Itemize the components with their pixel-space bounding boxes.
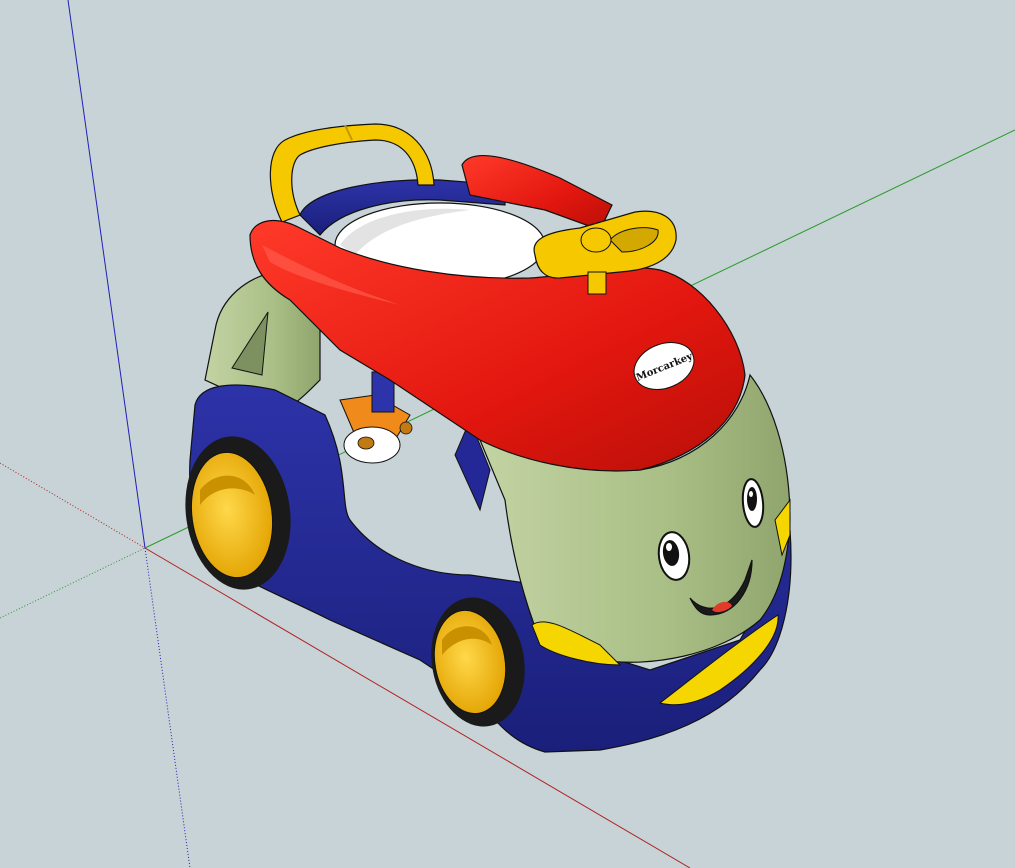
right-eye-glint [749, 491, 753, 497]
model-viewport[interactable]: Morcarkey [0, 0, 1015, 868]
caster-hub [357, 436, 375, 450]
3d-scene[interactable]: Morcarkey [0, 0, 1015, 868]
left-eye-glint [666, 543, 672, 551]
blue-axis-line [67, 0, 146, 549]
caster-hub-right [399, 421, 413, 435]
toy-car-walker-model[interactable]: Morcarkey [176, 123, 792, 753]
green-axis-dotted-line [0, 547, 146, 619]
blue-axis-dotted-line [144, 547, 191, 868]
right-eye-pupil [747, 487, 757, 511]
steering-stem [587, 271, 607, 295]
steering-knob [580, 227, 612, 253]
red-axis-dotted-line [0, 462, 146, 549]
